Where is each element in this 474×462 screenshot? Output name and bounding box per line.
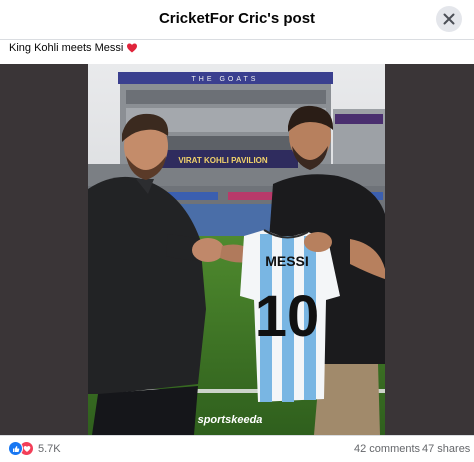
jersey-number: 10 bbox=[255, 284, 320, 349]
post-caption: King Kohli meets Messi bbox=[9, 42, 138, 54]
jersey-name: MESSI bbox=[265, 253, 309, 269]
post-footer: 5.7K 42 comments 47 shares bbox=[0, 435, 474, 462]
stand-banner-text: THE GOATS bbox=[192, 76, 259, 83]
reaction-count: 5.7K bbox=[38, 442, 61, 455]
post-photo[interactable]: THE GOATS VIRAT KOHLI PAVILION MESSI 10 … bbox=[88, 64, 385, 435]
post-header: CricketFor Cric's post bbox=[0, 0, 474, 40]
red-heart-icon bbox=[127, 43, 138, 53]
pavilion-sign-text: VIRAT KOHLI PAVILION bbox=[178, 156, 268, 165]
post-media[interactable]: THE GOATS VIRAT KOHLI PAVILION MESSI 10 … bbox=[0, 64, 474, 435]
like-icon bbox=[8, 441, 23, 456]
watermark: sportskeeda bbox=[198, 414, 263, 426]
reactions-summary[interactable]: 5.7K bbox=[8, 441, 61, 456]
comments-count[interactable]: 42 comments bbox=[354, 443, 420, 455]
shares-count[interactable]: 47 shares bbox=[422, 443, 470, 455]
photo-scene: THE GOATS VIRAT KOHLI PAVILION MESSI 10 … bbox=[88, 64, 385, 435]
post-title: CricketFor Cric's post bbox=[158, 10, 316, 27]
caption-text: King Kohli meets Messi bbox=[9, 42, 124, 54]
close-button[interactable] bbox=[436, 6, 462, 32]
close-icon bbox=[443, 13, 455, 25]
